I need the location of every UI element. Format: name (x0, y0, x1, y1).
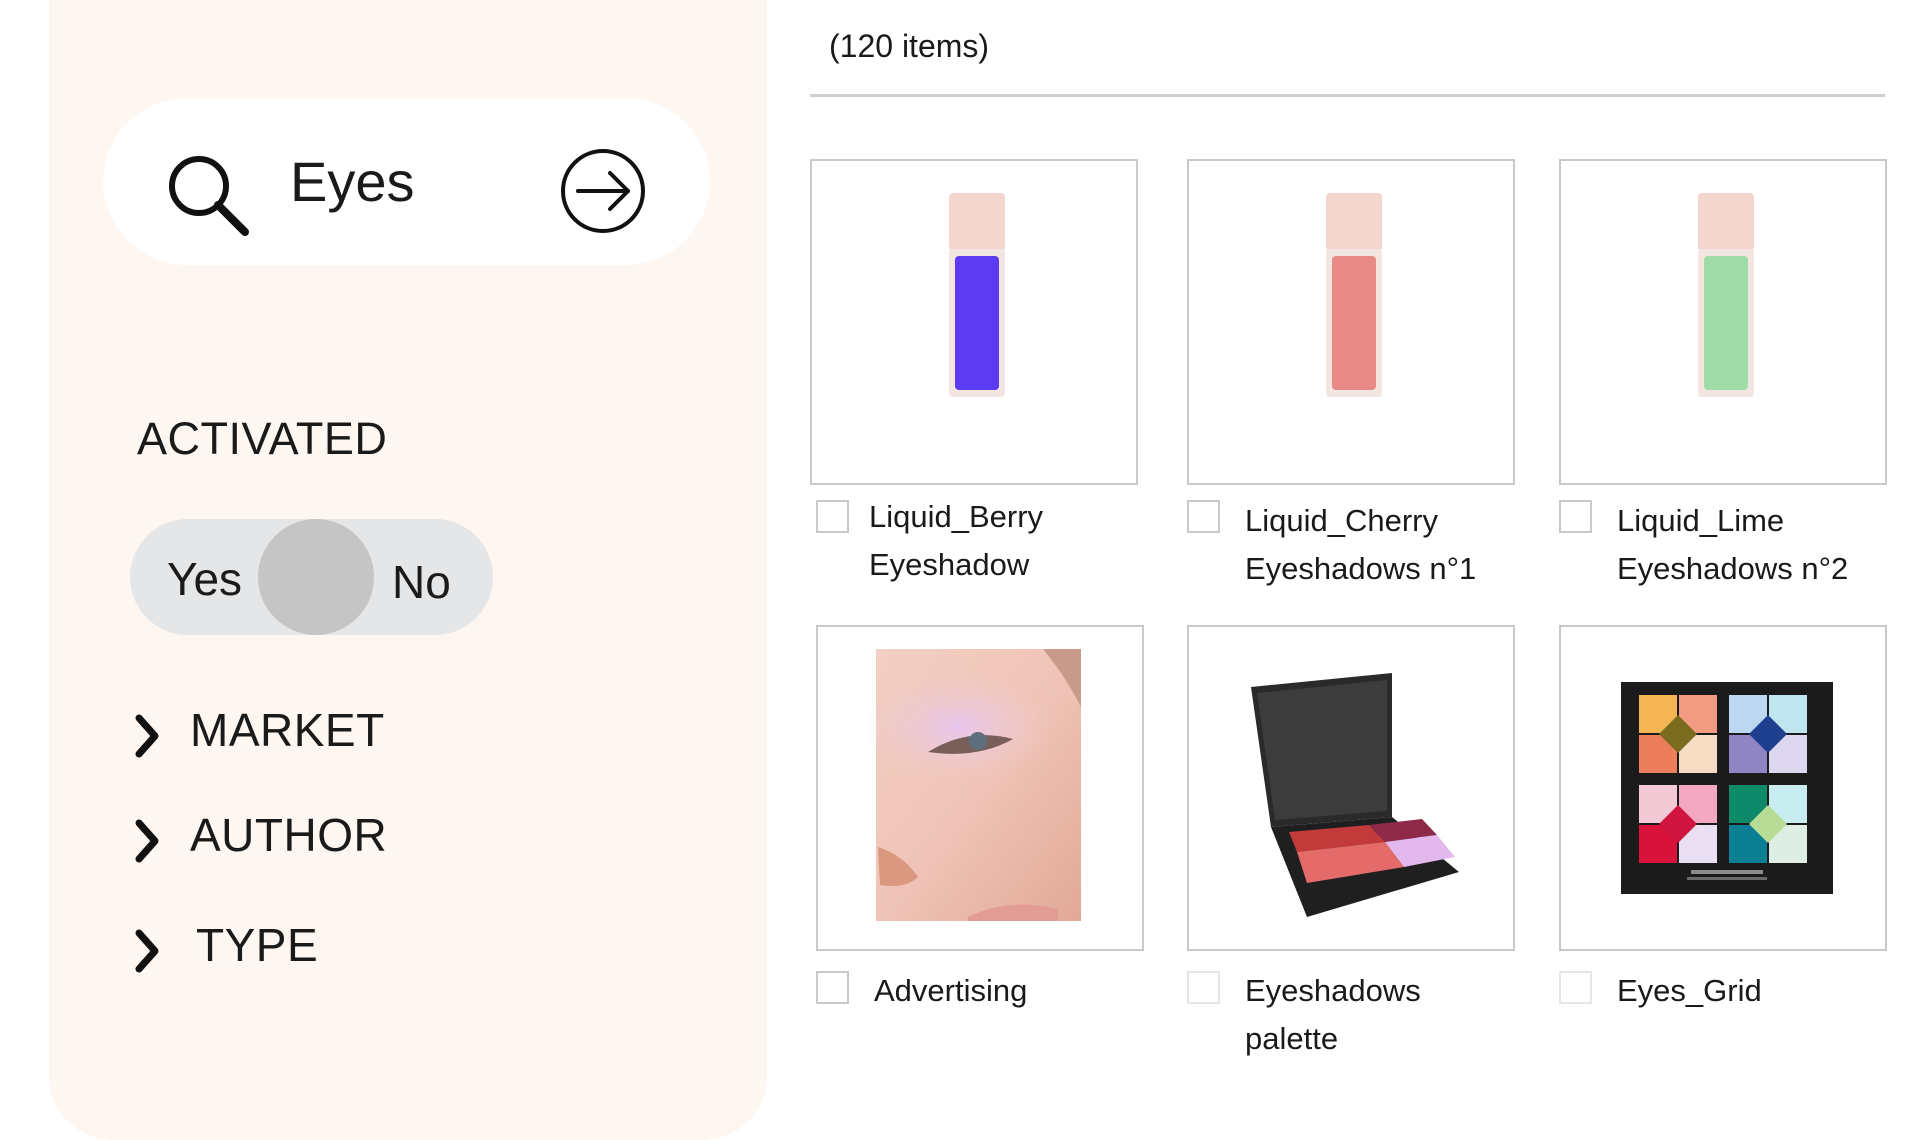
liquid-bottle-image (949, 193, 1005, 397)
product-name-line2: Eyeshadows n°1 (1245, 551, 1477, 586)
product-thumbnail[interactable] (816, 625, 1144, 951)
chevron-right-icon (135, 929, 159, 973)
toggle-yes-label: Yes (167, 553, 243, 605)
liquid-bottle-image (1326, 193, 1382, 397)
toggle-no-label: No (392, 556, 451, 608)
product-name-line1: Liquid_Berry (869, 499, 1044, 534)
activated-toggle[interactable]: Yes No (130, 519, 493, 635)
select-checkbox[interactable] (816, 500, 849, 533)
product-thumbnail[interactable] (1559, 625, 1887, 951)
product-name-line1: Eyes_Grid (1617, 973, 1762, 1008)
filter-group-label: TYPE (196, 919, 319, 971)
product-name-line1: Liquid_Cherry (1245, 503, 1438, 538)
filter-group-market[interactable]: MARKET (130, 701, 460, 761)
product-name: Liquid_Berry Eyeshadow (869, 493, 1043, 589)
filter-group-type[interactable]: TYPE (130, 916, 460, 976)
filter-group-author[interactable]: AUTHOR (130, 806, 460, 866)
product-name: Liquid_Lime Eyeshadows n°2 (1617, 497, 1848, 593)
chevron-right-icon (135, 714, 159, 758)
select-checkbox[interactable] (816, 971, 849, 1004)
palette-photo (1251, 673, 1459, 917)
select-checkbox[interactable] (1187, 500, 1220, 533)
search-bar: Eyes (103, 98, 710, 265)
product-name: Advertising (874, 967, 1027, 1015)
product-name-line1: Liquid_Lime (1617, 503, 1785, 538)
product-name-line1: Eyeshadows (1245, 973, 1421, 1008)
advertising-photo (863, 649, 1081, 921)
toggle-knob[interactable] (258, 519, 374, 635)
product-name: Liquid_Cherry Eyeshadows n°1 (1245, 497, 1476, 593)
product-name-line2: palette (1245, 1021, 1339, 1056)
filter-group-label: MARKET (190, 704, 385, 756)
select-checkbox[interactable] (1559, 971, 1592, 1004)
product-thumbnail[interactable] (1559, 159, 1887, 485)
activated-heading: ACTIVATED (137, 413, 388, 464)
results-count: (120 items) (829, 28, 990, 64)
product-name-line2: Eyeshadow (869, 547, 1030, 582)
search-input[interactable]: Eyes (290, 154, 415, 210)
liquid-bottle-image (1698, 193, 1754, 397)
filter-group-label: AUTHOR (190, 809, 388, 861)
product-name: Eyeshadows palette (1245, 967, 1421, 1063)
divider (810, 94, 1885, 97)
select-checkbox[interactable] (1559, 500, 1592, 533)
arrow-right-circle-icon[interactable] (558, 146, 648, 236)
product-name-line2: Eyeshadows n°2 (1617, 551, 1849, 586)
search-icon (169, 156, 249, 236)
grid-palette-photo (1621, 682, 1833, 894)
product-name: Eyes_Grid (1617, 967, 1762, 1015)
chevron-right-icon (135, 819, 159, 863)
select-checkbox[interactable] (1187, 971, 1220, 1004)
product-thumbnail[interactable] (1187, 625, 1515, 951)
product-name-line1: Advertising (874, 973, 1028, 1008)
product-thumbnail[interactable] (810, 159, 1138, 485)
product-thumbnail[interactable] (1187, 159, 1515, 485)
